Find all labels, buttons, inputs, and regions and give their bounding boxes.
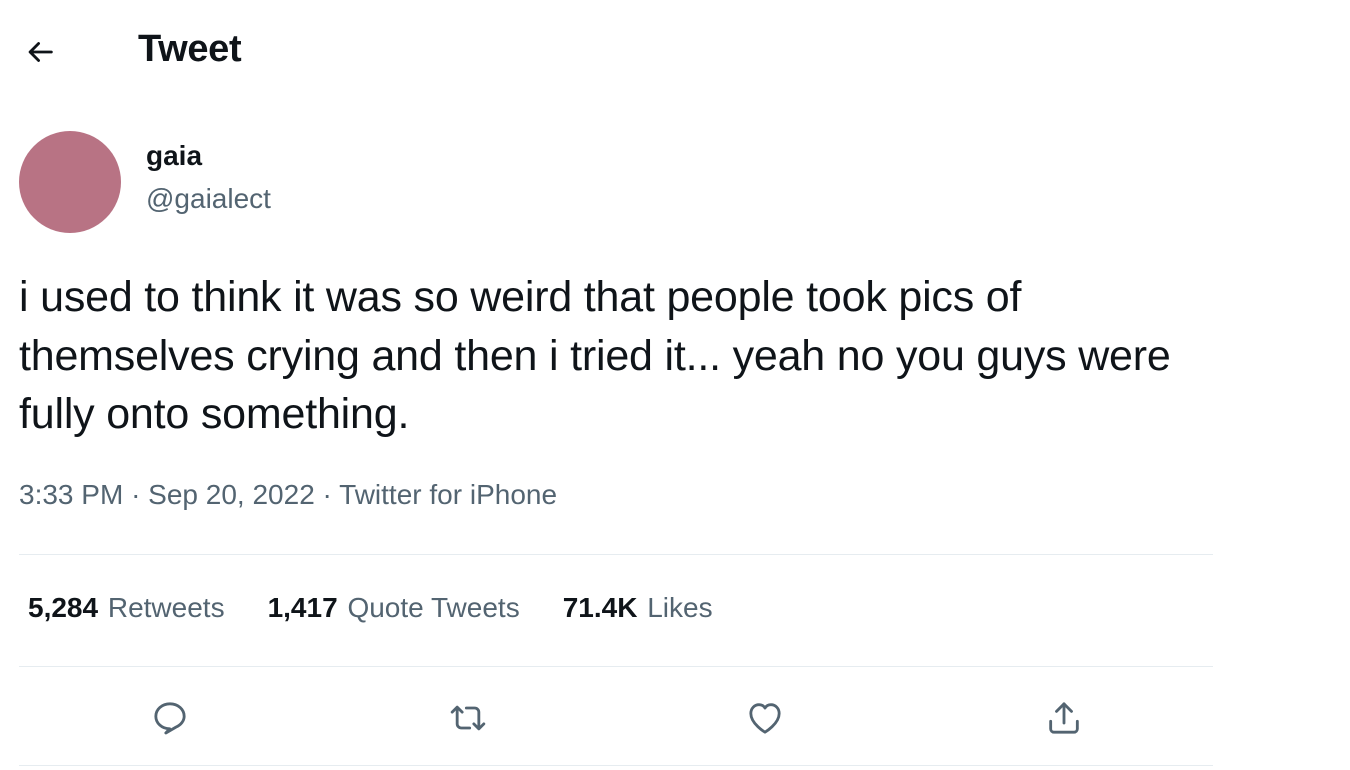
like-button[interactable] — [743, 696, 787, 740]
metadata-separator: · — [131, 479, 141, 510]
top-bar: Tweet — [0, 0, 1350, 100]
tweet-text: i used to think it was so weird that peo… — [19, 273, 1171, 438]
back-button[interactable] — [22, 34, 58, 70]
engagement-stats: 5,284 Retweets 1,417 Quote Tweets 71.4K … — [28, 592, 756, 624]
author-handle[interactable]: @gaialect — [146, 183, 271, 215]
quote-tweets-label: Quote Tweets — [347, 592, 520, 623]
tweet-date[interactable]: Sep 20, 2022 — [148, 479, 315, 510]
divider — [19, 554, 1213, 555]
share-button[interactable] — [1042, 696, 1086, 740]
page-title: Tweet — [138, 28, 242, 70]
retweet-icon — [450, 705, 486, 731]
arrow-left-icon — [28, 42, 53, 62]
reply-button[interactable] — [148, 696, 192, 740]
retweets-count: 5,284 — [28, 592, 99, 623]
quote-tweets-stat[interactable]: 1,417 Quote Tweets — [268, 592, 520, 624]
retweets-stat[interactable]: 5,284 Retweets — [28, 592, 225, 624]
retweet-button[interactable] — [446, 696, 490, 740]
tweet-metadata: 3:33 PM · Sep 20, 2022 · Twitter for iPh… — [19, 479, 557, 511]
divider — [19, 666, 1213, 667]
share-icon — [1049, 702, 1079, 734]
metadata-separator: · — [322, 479, 332, 510]
likes-label: Likes — [647, 592, 713, 623]
tweet-source[interactable]: Twitter for iPhone — [339, 479, 557, 510]
author-display-name[interactable]: gaia — [146, 140, 202, 172]
reply-icon — [154, 702, 186, 735]
likes-count: 71.4K — [562, 592, 638, 623]
likes-stat[interactable]: 71.4K Likes — [563, 592, 713, 624]
retweets-label: Retweets — [107, 592, 225, 623]
avatar[interactable] — [19, 131, 121, 233]
quote-tweets-count: 1,417 — [267, 592, 338, 623]
like-icon — [749, 703, 781, 734]
tweet-time[interactable]: 3:33 PM — [19, 479, 123, 510]
divider — [19, 765, 1213, 766]
